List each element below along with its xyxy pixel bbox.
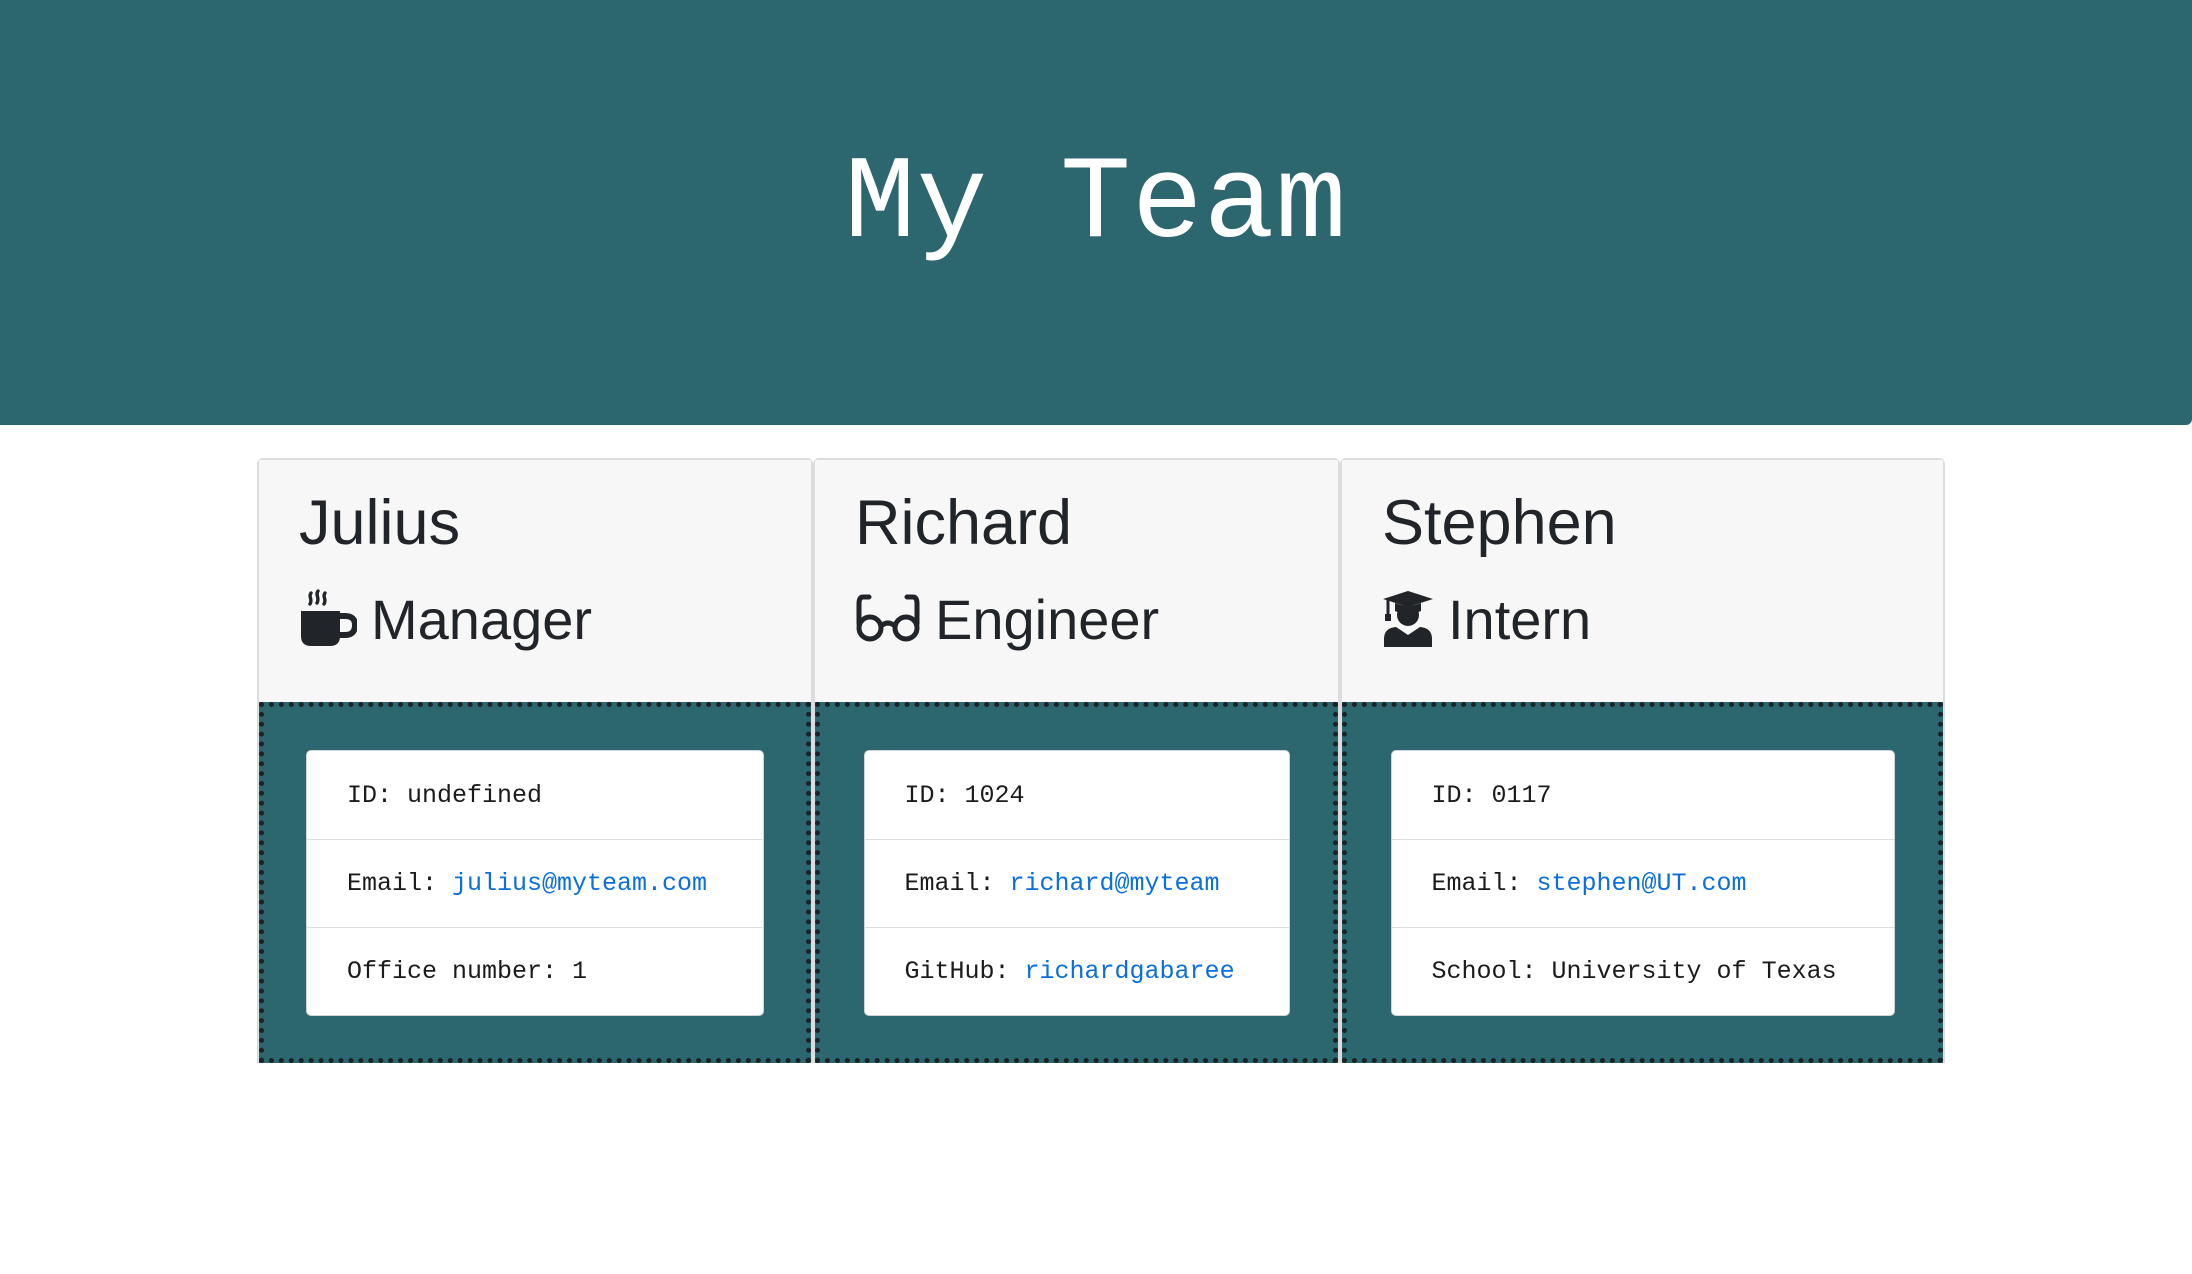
employee-name: Julius — [299, 488, 461, 558]
employee-card-intern: Stephen Intern ID: 0117 Email: stephen@U… — [1340, 458, 1945, 1063]
card-header: Stephen Intern — [1342, 460, 1943, 702]
employee-role: Manager — [299, 582, 811, 658]
id-label: ID: — [1431, 780, 1477, 810]
office-number-row: Office number: 1 — [307, 927, 763, 1015]
email-label: Email: — [904, 869, 995, 898]
id-value: 0117 — [1491, 780, 1552, 810]
employee-role: Engineer — [855, 582, 1338, 658]
employee-name: Stephen — [1382, 488, 1617, 558]
id-label: ID: — [347, 780, 393, 810]
card-header: Richard Engineer — [815, 460, 1338, 702]
role-label: Manager — [371, 588, 593, 651]
info-list: ID: 1024 Email: richard@myteam GitHub: r… — [863, 750, 1290, 1016]
employee-name: Richard — [855, 488, 1073, 558]
id-label: ID: — [904, 780, 950, 810]
glasses-icon — [855, 592, 921, 649]
email-label: Email: — [1431, 869, 1522, 898]
office-number-label: Office number: — [347, 957, 558, 986]
office-number-value: 1 — [572, 957, 588, 986]
card-body: ID: 1024 Email: richard@myteam GitHub: r… — [815, 702, 1338, 1063]
card-body: ID: undefined Email: julius@myteam.com O… — [259, 702, 811, 1063]
email-row: Email: stephen@UT.com — [1391, 839, 1894, 927]
team-cards: Julius Manager ID: undefined Email: juli… — [257, 458, 1945, 1063]
coffee-mug-icon — [299, 588, 359, 652]
graduate-icon — [1382, 589, 1434, 652]
email-link[interactable]: julius@myteam.com — [452, 869, 707, 898]
page-title: My Team — [844, 139, 1348, 272]
info-list: ID: 0117 Email: stephen@UT.com School: U… — [1390, 750, 1895, 1016]
school-value: University of Texas — [1551, 957, 1837, 986]
id-value: undefined — [407, 780, 543, 810]
school-label: School: — [1431, 957, 1537, 986]
employee-card-engineer: Richard Engineer ID: 1024 Email: richard… — [813, 458, 1340, 1063]
role-label: Engineer — [935, 588, 1160, 651]
card-header: Julius Manager — [259, 460, 811, 702]
github-row: GitHub: richardgabaree — [864, 927, 1289, 1015]
id-row: ID: undefined — [307, 751, 763, 839]
github-link[interactable]: richardgabaree — [1025, 957, 1235, 986]
id-row: ID: 0117 — [1392, 751, 1894, 839]
email-label: Email: — [347, 869, 438, 898]
email-row: Email: richard@myteam — [864, 839, 1289, 927]
role-label: Intern — [1448, 588, 1592, 651]
info-list: ID: undefined Email: julius@myteam.com O… — [306, 750, 764, 1016]
card-body: ID: 0117 Email: stephen@UT.com School: U… — [1342, 702, 1943, 1063]
employee-role: Intern — [1382, 582, 1943, 658]
id-value: 1024 — [964, 780, 1025, 810]
email-link[interactable]: stephen@UT.com — [1537, 869, 1747, 898]
email-link[interactable]: richard@myteam — [1010, 869, 1220, 898]
github-label: GitHub: — [904, 957, 1010, 986]
email-row: Email: julius@myteam.com — [307, 839, 763, 927]
page-header: My Team — [0, 0, 2192, 425]
school-row: School: University of Texas — [1391, 927, 1894, 1015]
id-row: ID: 1024 — [865, 751, 1289, 839]
employee-card-manager: Julius Manager ID: undefined Email: juli… — [257, 458, 813, 1063]
